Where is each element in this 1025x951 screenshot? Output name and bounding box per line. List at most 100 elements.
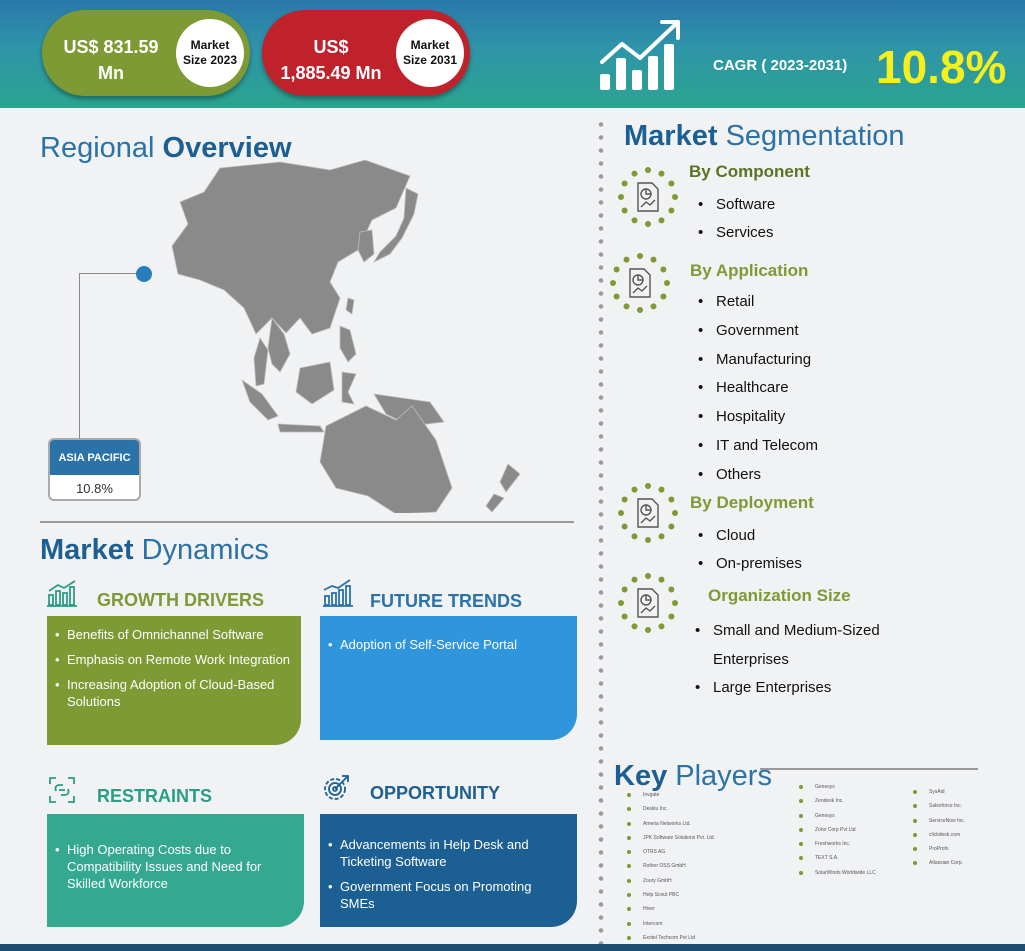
document-chart-icon (617, 572, 679, 634)
component-list: Software Services (698, 191, 775, 247)
bar-chart-icon (47, 580, 77, 607)
list-item: High Operating Costs due to Compatibilit… (55, 841, 294, 892)
list-item: Retail (698, 288, 818, 317)
region-card: ASIA PACIFIC 10.8% (48, 438, 141, 501)
list-item: Small and Medium-Sized Enterprises (695, 617, 895, 674)
list-item: Software (698, 191, 775, 219)
list-item: Emphasis on Remote Work Integration (55, 651, 291, 668)
key-players-column-3: SysAid Salesforce Inc. ServiceNow Inc. c… (913, 785, 965, 871)
list-item: Zoho Corp Pvt Ltd (799, 823, 876, 837)
list-item: Manufacturing (698, 346, 818, 375)
cagr-value: 10.8% (876, 41, 1007, 93)
list-item: SysAid (913, 785, 965, 799)
asia-pacific-map (171, 159, 521, 513)
opportunity-card: Advancements in Help Desk and Ticketing … (320, 814, 577, 927)
growth-drivers-heading: GROWTH DRIVERS (97, 590, 265, 610)
opportunity-heading: OPPORTUNITY (370, 783, 501, 803)
list-item: Government (698, 317, 818, 346)
list-item: ServiceNow Inc. (913, 814, 965, 828)
list-item: Ameria Networks Ltd. (627, 817, 715, 831)
list-item: Help Scout PBC (627, 888, 715, 902)
list-item: Zoury GmbH (627, 874, 715, 888)
regional-title-light: Regional (40, 132, 155, 164)
document-chart-icon (609, 252, 671, 314)
region-name: ASIA PACIFIC (50, 440, 139, 475)
list-item: Healthcare (698, 374, 818, 403)
list-item: OTRS AG (627, 845, 715, 859)
market-size-2023-label: Market Size 2023 (176, 19, 244, 87)
list-item: Hiver (627, 902, 715, 916)
region-connector-horizontal (79, 273, 137, 274)
list-item: Intercom (627, 917, 715, 931)
list-item: Adoption of Self-Service Portal (328, 636, 567, 653)
market-size-2023-value: US$ 831.59 Mn (63, 37, 159, 83)
list-item: Invgate (627, 788, 715, 802)
market-segmentation-title: Market Segmentation (624, 120, 905, 153)
organization-size-heading: Organization Size (708, 586, 851, 605)
list-item: Others (698, 461, 818, 490)
by-deployment-heading: By Deployment (690, 493, 814, 512)
market-size-2031-label: Market Size 2031 (396, 19, 464, 87)
list-item: Genesys (799, 809, 876, 823)
key-players-column-2: Genesys Zendesk Inc. Genesys Zoho Corp P… (799, 780, 876, 880)
deployment-list: Cloud On-premises (698, 522, 802, 578)
growth-drivers-list: Benefits of Omnichannel Software Emphasi… (55, 626, 291, 710)
growth-drivers-card: Benefits of Omnichannel Software Emphasi… (47, 616, 301, 745)
restraints-card: High Operating Costs due to Compatibilit… (47, 814, 304, 927)
segmentation-title-light: Segmentation (725, 120, 905, 152)
region-value: 10.8% (76, 480, 113, 496)
list-item: ProProfs (913, 842, 965, 856)
document-chart-icon (617, 166, 679, 228)
application-list: Retail Government Manufacturing Healthca… (698, 288, 818, 490)
restraints-list: High Operating Costs due to Compatibilit… (55, 841, 294, 892)
list-item: Services (698, 219, 775, 247)
list-item: IT and Telecom (698, 432, 818, 461)
list-item: Increasing Adoption of Cloud-Based Solut… (55, 676, 291, 710)
footer-bar (0, 944, 1025, 951)
segmentation-title-bold: Market (624, 120, 718, 152)
link-icon (49, 777, 75, 803)
future-trends-list: Adoption of Self-Service Portal (328, 636, 567, 653)
market-size-2031-value: US$ 1,885.49 Mn (280, 37, 382, 83)
list-item: clickdesk.com (913, 828, 965, 842)
list-item: Salesforce Inc. (913, 799, 965, 813)
list-item: Atlassian Corp. (913, 856, 965, 870)
by-application-heading: By Application (690, 261, 809, 280)
dotted-divider (598, 118, 604, 946)
list-item: Zendesk Inc. (799, 794, 876, 808)
dynamics-title-bold: Market (40, 534, 134, 566)
list-item: Deskiu Inc. (627, 802, 715, 816)
list-item: Genesys (799, 780, 876, 794)
region-connector-vertical (79, 273, 80, 440)
market-size-2023-pill: US$ 831.59 Mn Market Size 2023 (42, 10, 250, 96)
market-dynamics-title: Market Dynamics (40, 534, 269, 567)
trend-chart-icon (323, 579, 353, 607)
dynamics-title-light: Dynamics (141, 534, 269, 566)
list-item: Large Enterprises (695, 674, 895, 703)
gear-target-icon (324, 775, 349, 800)
opportunity-list: Advancements in Help Desk and Ticketing … (328, 836, 567, 912)
region-marker-dot (136, 266, 152, 282)
future-trends-heading: FUTURE TRENDS (370, 591, 522, 611)
list-item: On-premises (698, 550, 802, 578)
list-item: Government Focus on Promoting SMEs (328, 878, 567, 912)
list-item: Freshworks Inc. (799, 837, 876, 851)
market-size-2031-pill: US$ 1,885.49 Mn Market Size 2031 (262, 10, 470, 96)
future-trends-card: Adoption of Self-Service Portal (320, 616, 577, 740)
key-players-underline (760, 768, 978, 770)
list-item: Benefits of Omnichannel Software (55, 626, 291, 643)
list-item: Rother OSS GmbH (627, 859, 715, 873)
list-item: Cloud (698, 522, 802, 550)
list-item: JPK Software Solutions Pvt. Ltd. (627, 831, 715, 845)
document-chart-icon (617, 482, 679, 544)
section-divider (40, 521, 574, 523)
list-item: TEXT S.A. (799, 851, 876, 865)
organization-size-list: Small and Medium-Sized Enterprises Large… (695, 617, 895, 703)
list-item: Hospitality (698, 403, 818, 432)
cagr-label: CAGR ( 2023-2031) (713, 57, 848, 74)
list-item: SolarWinds Worldwide LLC (799, 866, 876, 880)
list-item: Advancements in Help Desk and Ticketing … (328, 836, 567, 870)
key-players-column-1: Invgate Deskiu Inc. Ameria Networks Ltd.… (627, 788, 715, 945)
growth-chart-icon (600, 20, 680, 90)
header-banner: US$ 831.59 Mn Market Size 2023 US$ 1,885… (0, 0, 1025, 108)
